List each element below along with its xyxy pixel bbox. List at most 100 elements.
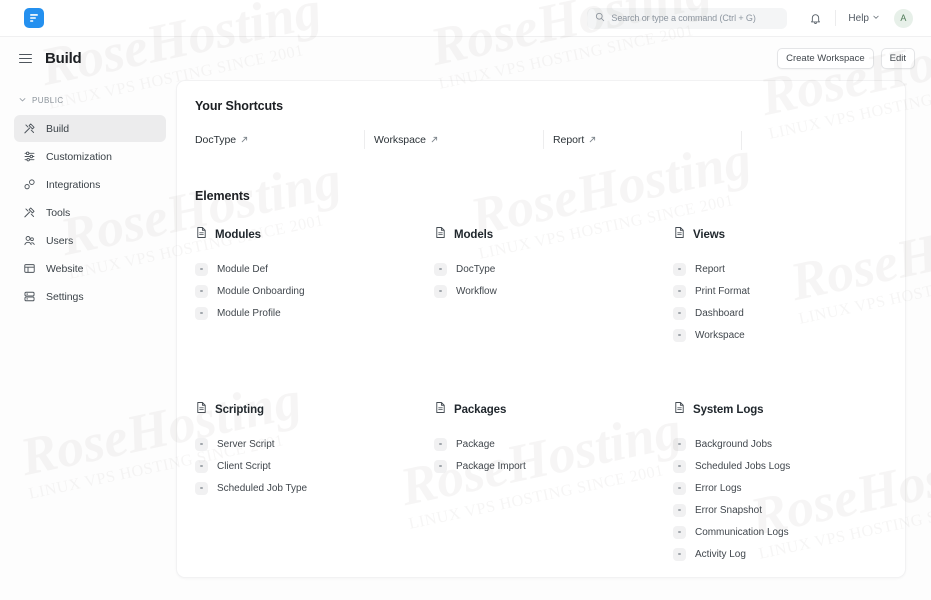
group-header: System Logs bbox=[673, 401, 883, 419]
element-link-label: Package bbox=[456, 438, 495, 450]
bullet-icon bbox=[673, 284, 686, 298]
element-link-label: Workspace bbox=[695, 329, 745, 341]
group-header: Views bbox=[673, 226, 883, 244]
shortcut-doctype[interactable]: DocType bbox=[195, 129, 374, 151]
arrow-up-right-icon bbox=[430, 131, 439, 149]
element-link[interactable]: Scheduled Job Type bbox=[195, 477, 434, 499]
edit-button[interactable]: Edit bbox=[880, 48, 915, 69]
grid-row-gap bbox=[195, 346, 883, 378]
bullet-icon bbox=[195, 459, 208, 473]
element-link-label: Module Onboarding bbox=[217, 285, 305, 297]
element-link[interactable]: Dashboard bbox=[673, 302, 883, 324]
group-header: Modules bbox=[195, 226, 434, 244]
bullet-icon bbox=[673, 547, 686, 561]
sidebar-item-label: Tools bbox=[46, 206, 71, 219]
sidebar-section-public[interactable]: PUBLIC bbox=[14, 92, 166, 108]
group-title: Views bbox=[693, 229, 725, 241]
bullet-icon bbox=[673, 328, 686, 342]
document-icon bbox=[673, 226, 686, 244]
sidebar-item-customization[interactable]: Customization bbox=[14, 143, 166, 170]
frappe-logo-icon[interactable] bbox=[24, 8, 44, 28]
arrow-up-right-icon bbox=[588, 131, 597, 149]
elements-grid-row-2: Scripting Server Script Client Script Sc… bbox=[195, 401, 883, 565]
bullet-icon bbox=[673, 481, 686, 495]
sidebar-item-users[interactable]: Users bbox=[14, 227, 166, 254]
element-link-label: Report bbox=[695, 263, 725, 275]
sidebar-item-integrations[interactable]: Integrations bbox=[14, 171, 166, 198]
avatar-initial: A bbox=[900, 13, 907, 23]
element-link-label: Background Jobs bbox=[695, 438, 772, 450]
element-link[interactable]: Communication Logs bbox=[673, 521, 883, 543]
element-link[interactable]: Workflow bbox=[434, 280, 673, 302]
group-header: Packages bbox=[434, 401, 673, 419]
element-link-label: Scheduled Jobs Logs bbox=[695, 460, 791, 472]
element-link[interactable]: Error Snapshot bbox=[673, 499, 883, 521]
elements-grid-row-1: Modules Module Def Module Onboarding Mod… bbox=[195, 226, 883, 346]
help-label: Help bbox=[848, 12, 869, 24]
avatar[interactable]: A bbox=[894, 8, 913, 28]
sidebar-item-website[interactable]: Website bbox=[14, 255, 166, 282]
shortcuts-title: Your Shortcuts bbox=[195, 99, 283, 113]
element-link[interactable]: Print Format bbox=[673, 280, 883, 302]
sidebar-item-label: Website bbox=[46, 262, 84, 275]
element-link[interactable]: Package bbox=[434, 433, 673, 455]
element-link[interactable]: Module Def bbox=[195, 258, 434, 280]
bullet-icon bbox=[195, 262, 208, 276]
bullet-icon bbox=[195, 437, 208, 451]
sidebar-item-label: Integrations bbox=[46, 178, 101, 191]
element-link[interactable]: Client Script bbox=[195, 455, 434, 477]
element-group-packages: Packages Package Package Import bbox=[434, 401, 673, 565]
bullet-icon bbox=[434, 437, 447, 451]
elements-title: Elements bbox=[195, 189, 250, 203]
users-icon bbox=[22, 234, 36, 248]
search-placeholder: Search or type a command (Ctrl + G) bbox=[611, 13, 756, 23]
workspace-card: Your Shortcuts DocType Workspace Report … bbox=[176, 80, 906, 578]
element-link-label: Error Logs bbox=[695, 482, 742, 494]
shortcut-workspace[interactable]: Workspace bbox=[364, 129, 553, 151]
group-title: Modules bbox=[215, 229, 261, 241]
element-link[interactable]: Activity Log bbox=[673, 543, 883, 565]
server-icon bbox=[22, 290, 36, 304]
element-group-views: Views Report Print Format Dashboard Work… bbox=[673, 226, 883, 346]
hamburger-menu-icon[interactable] bbox=[19, 51, 35, 67]
shortcut-label: Workspace bbox=[374, 134, 426, 146]
sidebar-item-settings[interactable]: Settings bbox=[14, 283, 166, 310]
document-icon bbox=[195, 401, 208, 419]
element-link[interactable]: Scheduled Jobs Logs bbox=[673, 455, 883, 477]
shortcut-report[interactable]: Report bbox=[543, 129, 732, 151]
group-title: Models bbox=[454, 229, 494, 241]
content-area: Your Shortcuts DocType Workspace Report … bbox=[176, 80, 931, 600]
element-link[interactable]: Background Jobs bbox=[673, 433, 883, 455]
chevron-down-icon bbox=[18, 91, 27, 109]
bell-icon[interactable] bbox=[805, 8, 825, 28]
element-link[interactable]: Report bbox=[673, 258, 883, 280]
element-link-label: Module Def bbox=[217, 263, 268, 275]
bullet-icon bbox=[673, 262, 686, 276]
element-link[interactable]: Module Onboarding bbox=[195, 280, 434, 302]
element-link[interactable]: Package Import bbox=[434, 455, 673, 477]
body-row: PUBLIC Build Customization Integrations … bbox=[0, 80, 931, 600]
element-link-label: Client Script bbox=[217, 460, 271, 472]
help-menu[interactable]: Help bbox=[848, 13, 880, 24]
element-link[interactable]: Workspace bbox=[673, 324, 883, 346]
element-link[interactable]: Module Profile bbox=[195, 302, 434, 324]
sidebar-item-build[interactable]: Build bbox=[14, 115, 166, 142]
shortcut-label: Report bbox=[553, 134, 585, 146]
element-link[interactable]: Error Logs bbox=[673, 477, 883, 499]
group-title: System Logs bbox=[693, 404, 764, 416]
shortcut-label: DocType bbox=[195, 134, 237, 146]
sidebar-item-label: Customization bbox=[46, 150, 112, 163]
element-group-modules: Modules Module Def Module Onboarding Mod… bbox=[195, 226, 434, 346]
element-link[interactable]: Server Script bbox=[195, 433, 434, 455]
element-link-label: Server Script bbox=[217, 438, 275, 450]
bullet-icon bbox=[434, 459, 447, 473]
element-link-label: Module Profile bbox=[217, 307, 281, 319]
sidebar-item-tools[interactable]: Tools bbox=[14, 199, 166, 226]
create-workspace-button[interactable]: Create Workspace bbox=[777, 48, 874, 69]
search-input[interactable]: Search or type a command (Ctrl + G) bbox=[587, 7, 788, 29]
bullet-icon bbox=[673, 503, 686, 517]
document-icon bbox=[195, 226, 208, 244]
element-link[interactable]: DocType bbox=[434, 258, 673, 280]
element-link-label: Communication Logs bbox=[695, 526, 789, 538]
bullet-icon bbox=[673, 459, 686, 473]
